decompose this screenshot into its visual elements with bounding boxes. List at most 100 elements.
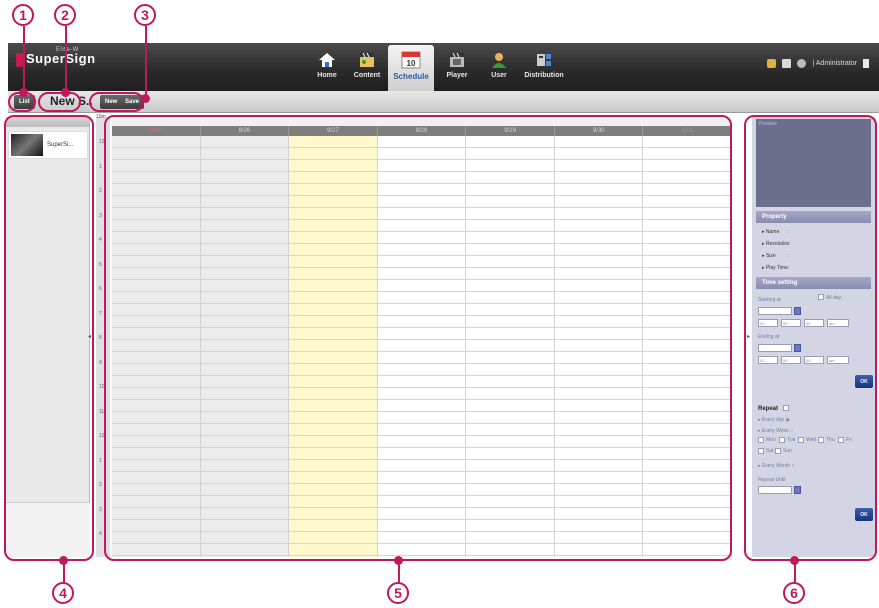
hour-label: 5 (99, 261, 102, 268)
callout-dot-3 (141, 94, 150, 103)
property-play-time: ▸ Play Time: (762, 265, 790, 271)
schedule-title: New S.. (50, 94, 93, 108)
day-column[interactable] (643, 136, 733, 557)
callout-dot-5 (394, 556, 403, 565)
all-day-checkbox[interactable] (818, 294, 824, 300)
top-right-tools: | Administrator (767, 59, 869, 68)
start-second-select[interactable]: 00 (804, 319, 824, 327)
day-header: 9/27 (289, 126, 378, 136)
gear-icon[interactable] (797, 59, 807, 68)
hour-label: 3 (99, 506, 102, 513)
nav-schedule[interactable]: 10 Schedule (388, 45, 434, 91)
tools-icon[interactable] (767, 59, 777, 68)
end-second-select[interactable]: 00 (804, 356, 824, 364)
hour-label: 6 (99, 286, 102, 292)
property-name: ▸ Name: (762, 229, 790, 235)
content-list-tabs[interactable] (6, 117, 89, 127)
hour-label: 9 (99, 359, 102, 366)
end-calendar-icon[interactable] (794, 344, 801, 352)
weekday-checkbox[interactable] (775, 448, 781, 454)
nav-distribution-label: Distribution (524, 72, 564, 79)
logo-text: SuperSign (26, 51, 96, 66)
hour-label: 2 (99, 482, 102, 488)
grid-toolbar (112, 119, 732, 126)
list-button[interactable]: List (14, 95, 35, 109)
end-hour-select[interactable]: 01 (758, 356, 778, 364)
day-column[interactable] (377, 136, 467, 557)
supersign-logo: SuperSign Elite-W (16, 47, 96, 67)
callout-dot-2 (61, 88, 70, 97)
weekday-label: Sat (766, 448, 774, 454)
nav-content[interactable]: Content (342, 45, 392, 89)
time-ok-button[interactable]: OK (855, 375, 873, 388)
start-hour-select[interactable]: 01 (758, 319, 778, 327)
schedule-toolbar: List New S.. New Save (8, 91, 879, 113)
grid-body (112, 136, 733, 557)
callout-line-2 (65, 26, 67, 92)
content-list-item[interactable]: SuperSi... (8, 131, 88, 159)
weekday-label: Mon (766, 437, 776, 443)
grid-day-header: 9/25 9/26 9/27 9/28 9/29 9/30 10/1 (112, 126, 733, 136)
nav-schedule-label: Schedule (393, 72, 429, 81)
day-column[interactable] (200, 136, 290, 557)
repeat-ok-button[interactable]: OK (855, 508, 873, 521)
every-month-option[interactable]: ▸ Every Month ○ (758, 463, 794, 469)
hour-label: 12 (99, 433, 105, 439)
hour-labels: 12 1 2 3 4 5 6 7 8 9 10 11 12 1 2 3 4 (96, 136, 112, 557)
end-ampm-select[interactable]: am (827, 356, 849, 364)
start-ampm-select[interactable]: am (827, 319, 849, 327)
repeat-until-label: Repeat Until (758, 477, 786, 483)
callout-number-4: 4 (52, 582, 74, 604)
user-label: | Administrator (812, 60, 857, 67)
end-date-input[interactable] (758, 344, 792, 352)
hour-label: 10 (99, 384, 105, 390)
user-icon (490, 51, 508, 69)
start-minute-select[interactable]: 00 (781, 319, 801, 327)
callout-dot-6 (790, 556, 799, 565)
collapse-left-icon[interactable]: ◂ (88, 333, 91, 340)
new-button[interactable]: New (100, 95, 123, 109)
day-column[interactable] (112, 136, 201, 557)
schedule-grid-area: 10m 9/25 9/26 9/27 9/28 9/29 9/30 10/1 1… (96, 114, 733, 557)
collapse-right-icon[interactable]: ▸ (747, 333, 750, 340)
weekday-checkbox[interactable] (818, 437, 824, 443)
calendar-icon-day: 10 (407, 59, 416, 68)
logout-icon[interactable] (863, 59, 869, 68)
end-minute-select[interactable]: 00 (781, 356, 801, 364)
export-icon[interactable] (782, 59, 792, 68)
day-column[interactable] (466, 136, 555, 557)
starting-at-label: Starting at (758, 297, 781, 303)
content-list-footer (6, 502, 90, 557)
hour-label: 4 (99, 237, 102, 243)
calendar-icon: 10 (401, 49, 421, 69)
repeat-until-calendar-icon[interactable] (794, 486, 801, 494)
weekday-checkbox[interactable] (779, 437, 785, 443)
repeat-until-input[interactable] (758, 486, 792, 494)
weekday-checkbox[interactable] (758, 448, 764, 454)
weekday-checkbox[interactable] (798, 437, 804, 443)
repeat-checkbox[interactable] (783, 405, 789, 411)
manual-screenshot: { "app": { "logo_text": "SuperSign", "lo… (0, 0, 879, 608)
day-column[interactable] (554, 136, 644, 557)
callout-dot-1 (19, 88, 28, 97)
weekday-checkbox[interactable] (758, 437, 764, 443)
ending-at-label: Ending at (758, 334, 780, 340)
start-date-input[interactable] (758, 307, 792, 315)
property-resolution: ▸ Resolution: (762, 241, 790, 247)
hour-label: 4 (99, 531, 102, 537)
start-calendar-icon[interactable] (794, 307, 801, 315)
day-header: 9/25 (112, 126, 201, 136)
nav-distribution[interactable]: Distribution (516, 45, 572, 89)
callout-number-1: 1 (12, 4, 34, 26)
every-week-option[interactable]: ▸ Every Week ○ (758, 428, 793, 434)
player-clapper-icon (448, 51, 466, 69)
hour-label: 3 (99, 212, 102, 219)
content-list-panel: SuperSi... (6, 117, 90, 557)
zoom-level[interactable]: 10m (96, 114, 106, 120)
weekday-checkbox[interactable] (838, 437, 844, 443)
callout-line-3 (145, 26, 147, 98)
callout-number-3: 3 (134, 4, 156, 26)
every-day-option[interactable]: ▸ Every day ◉ (758, 417, 790, 423)
day-column-today[interactable] (289, 136, 378, 557)
callout-number-2: 2 (54, 4, 76, 26)
